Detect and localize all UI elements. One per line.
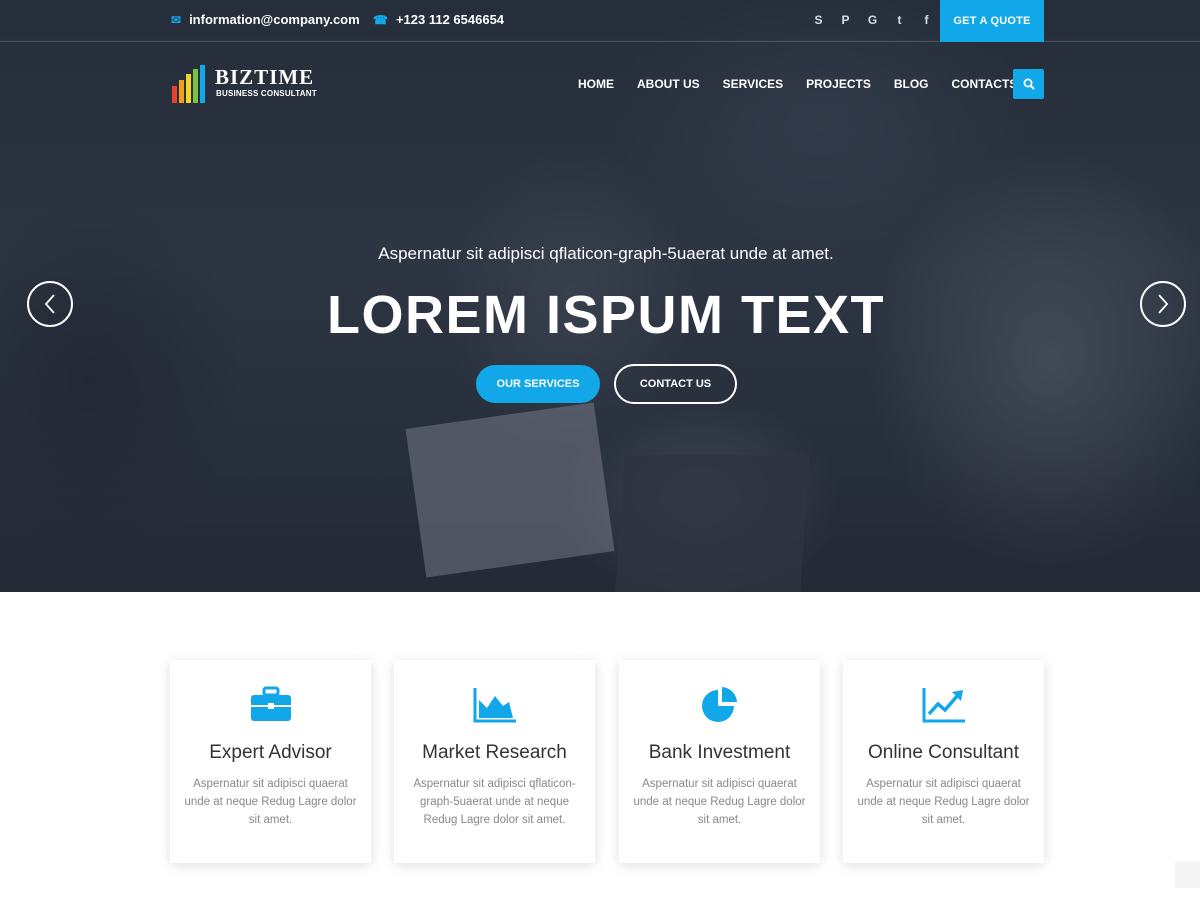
nav-projects[interactable]: PROJECTS: [806, 77, 871, 91]
hero-subtitle: Aspernatur sit adipisci qflaticon-graph-…: [378, 244, 834, 263]
our-services-button[interactable]: OUR SERVICES: [476, 365, 600, 403]
envelope-icon: ✉: [171, 12, 182, 27]
feature-text: Aspernatur sit adipisci quaerat unde at …: [184, 778, 357, 826]
topbar-phone[interactable]: ☎ +123 112 6546654: [373, 12, 504, 27]
pie-chart-icon: [702, 687, 737, 722]
slider-prev-button[interactable]: [27, 281, 73, 327]
logo-title: BIZTIME: [215, 65, 315, 89]
back-to-top-button[interactable]: [1175, 862, 1200, 888]
twitter-icon[interactable]: t: [886, 13, 913, 27]
nav-home[interactable]: HOME: [578, 77, 614, 91]
nav-about-us[interactable]: ABOUT US: [637, 77, 700, 91]
topbar-phone-text: +123 112 6546654: [395, 12, 505, 27]
feature-title: Market Research: [422, 742, 567, 763]
nav-services[interactable]: SERVICES: [723, 77, 783, 91]
feature-text: Aspernatur sit adipisci quaerat unde at …: [633, 778, 806, 826]
pinterest-icon[interactable]: P: [832, 13, 859, 27]
skype-icon[interactable]: S: [805, 13, 832, 27]
feature-card[interactable]: Market Research Aspernatur sit adipisci …: [394, 660, 595, 863]
site-logo[interactable]: BIZTIME BUSINESS CONSULTANT: [171, 62, 321, 104]
feature-text: Aspernatur sit adipisci quaerat unde at …: [857, 778, 1030, 826]
feature-title: Online Consultant: [867, 742, 1020, 763]
nav-contacts[interactable]: CONTACTS: [952, 77, 1018, 91]
search-icon: [1023, 78, 1035, 90]
chevron-right-icon: [1158, 294, 1169, 314]
feature-title: Bank Investment: [648, 742, 791, 763]
contact-us-button[interactable]: CONTACT US: [614, 364, 737, 404]
search-button[interactable]: [1013, 69, 1044, 99]
phone-icon: ☎: [373, 12, 388, 27]
topbar: ✉ information@company.com ☎ +123 112 654…: [0, 0, 1200, 42]
hero-slider: ✉ information@company.com ☎ +123 112 654…: [0, 0, 1200, 592]
line-chart-icon: [922, 688, 965, 723]
logo-subtitle: BUSINESS CONSULTANT: [216, 89, 317, 98]
area-chart-icon: [473, 688, 516, 723]
hero-title: LOREM ISPUM TEXT: [326, 285, 885, 345]
chevron-left-icon: [44, 294, 55, 314]
facebook-icon[interactable]: f: [913, 13, 940, 27]
feature-text: Aspernatur sit adipisci qflaticon-graph-…: [413, 778, 576, 826]
slider-next-button[interactable]: [1140, 281, 1186, 327]
topbar-email-text: information@company.com: [189, 12, 360, 27]
features-section: Expert Advisor Aspernatur sit adipisci q…: [170, 660, 1045, 863]
briefcase-icon: [251, 686, 291, 721]
feature-card[interactable]: Bank Investment Aspernatur sit adipisci …: [619, 660, 820, 863]
get-a-quote-button[interactable]: GET A QUOTE: [940, 0, 1044, 42]
bar-chart-logo-icon: [172, 65, 205, 103]
feature-card[interactable]: Online Consultant Aspernatur sit adipisc…: [843, 660, 1044, 863]
main-nav: HOME ABOUT US SERVICES PROJECTS BLOG CON…: [578, 77, 1040, 91]
feature-card[interactable]: Expert Advisor Aspernatur sit adipisci q…: [170, 660, 371, 863]
social-links: S P G t f: [805, 13, 940, 27]
google-icon[interactable]: G: [859, 13, 886, 27]
feature-title: Expert Advisor: [209, 742, 332, 763]
topbar-email[interactable]: ✉ information@company.com: [171, 12, 360, 27]
nav-blog[interactable]: BLOG: [894, 77, 929, 91]
